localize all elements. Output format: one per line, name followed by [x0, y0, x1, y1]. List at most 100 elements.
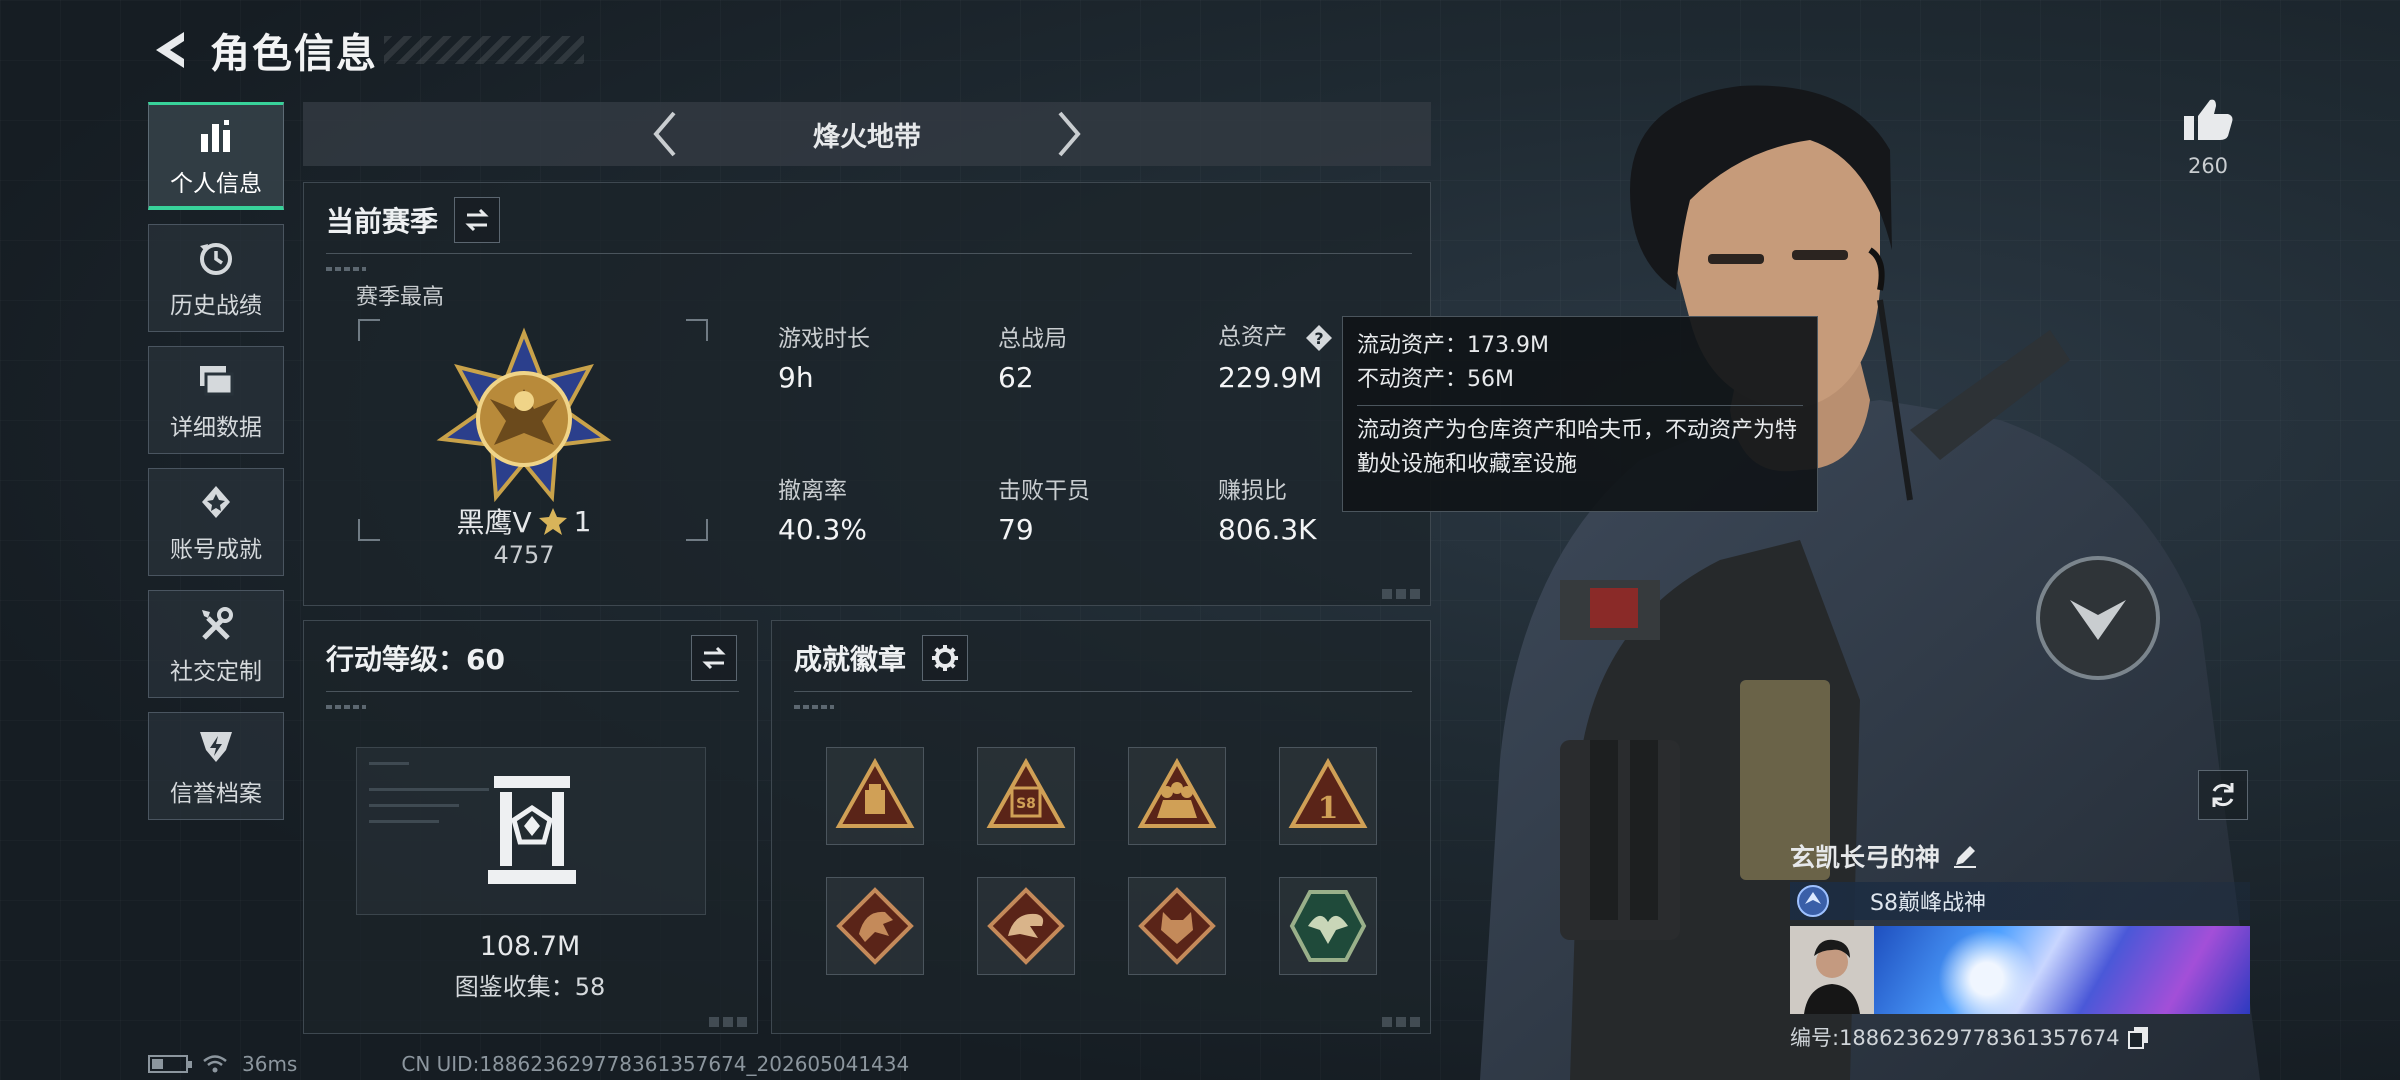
badge-eagle[interactable] [1279, 877, 1377, 975]
preview-line [369, 762, 409, 765]
nav-item-social-customization[interactable]: 社交定制 [148, 590, 284, 698]
switch-level-button[interactable] [691, 635, 737, 681]
avatar[interactable] [1790, 926, 1874, 1014]
nav-label: 历史战绩 [170, 293, 262, 319]
header-decoration [794, 705, 834, 709]
fixed-assets: 不动资产：56M [1357, 367, 1514, 393]
level-panel: 行动等级：60 108.7M 图鉴收集：58 [303, 620, 758, 1034]
stat-value: 79 [998, 513, 1034, 546]
chevron-left-icon [653, 111, 676, 157]
bar-chart-icon [194, 114, 238, 158]
player-card: 玄凯长弓的神 S8巅峰战神 编号:1886236297783613576​74 [1790, 838, 2250, 1052]
player-id-row: 编号:1886236297783613576​74 [1790, 1022, 2250, 1052]
frame-corner [358, 319, 380, 341]
stat-value: 62 [998, 361, 1034, 394]
title-decoration [384, 36, 584, 64]
wifi-icon [203, 1055, 227, 1073]
rank-name: 黑鹰Ⅴ [456, 506, 532, 539]
badge-supply[interactable] [826, 747, 924, 845]
badge-s8[interactable]: S8 [977, 747, 1075, 845]
header-divider [794, 691, 1412, 692]
battery-icon [148, 1055, 192, 1073]
stat-total-matches: 总战局 62 [998, 319, 1067, 394]
nav-label: 信誉档案 [170, 781, 262, 807]
swap-icon [465, 208, 489, 232]
refresh-appearance-button[interactable] [2198, 770, 2248, 820]
rank-stars: 1 [573, 504, 592, 538]
stat-value: 806.3K [1218, 513, 1317, 546]
like-button[interactable]: 260 [2180, 96, 2236, 178]
copy-icon[interactable] [2127, 1025, 2150, 1049]
panel-corner-decoration [1382, 589, 1422, 599]
badge-settings-button[interactable] [922, 635, 969, 681]
help-icon[interactable]: ? [1304, 323, 1334, 353]
player-name: 玄凯长弓的神 [1790, 843, 1941, 872]
title-emblem-icon [1797, 885, 1829, 917]
wolf-badge-icon [1138, 887, 1216, 965]
status-bar: 36ms CN UID:188623629778361357674_202605… [148, 1052, 909, 1076]
switch-season-button[interactable] [454, 197, 501, 243]
stat-value: 9h [778, 361, 814, 394]
frame-corner [358, 519, 380, 541]
nav-item-personal-info[interactable]: 个人信息 [148, 102, 284, 210]
stat-value: 40.3% [778, 513, 867, 546]
stat-operators-defeated: 击败干员 79 [998, 471, 1090, 546]
back-arrow-icon [156, 32, 184, 68]
nav-label: 详细数据 [170, 415, 262, 441]
level-title: 行动等级：60 [326, 643, 505, 676]
rank-score: 4757 [493, 541, 555, 569]
mode-switcher: 烽火地带 [303, 102, 1431, 166]
badge-wolf[interactable] [1128, 877, 1226, 975]
preview-line [369, 804, 459, 807]
season-best-label: 赛季最高 [356, 285, 445, 310]
frame-corner [686, 519, 708, 541]
badges-title: 成就徽章 [794, 643, 907, 676]
edit-icon[interactable] [1952, 843, 1978, 869]
back-button[interactable] [148, 28, 192, 72]
badges-panel-header: 成就徽章 [794, 635, 969, 681]
badges-panel: 成就徽章 S8 1 [771, 620, 1431, 1034]
dragon-badge-icon [836, 887, 914, 965]
stat-play-time: 游戏时长 9h [778, 319, 870, 394]
season-panel-header: 当前赛季 [326, 197, 501, 243]
nav-item-history[interactable]: 历史战绩 [148, 224, 284, 332]
nav-item-detailed-data[interactable]: 详细数据 [148, 346, 284, 454]
stat-extraction-rate: 撤离率 40.3% [778, 471, 867, 546]
collection-vault-icon [488, 776, 576, 884]
svg-text:?: ? [1315, 329, 1324, 348]
supply-badge-icon [835, 757, 915, 828]
stat-label: 撤离率 [778, 478, 847, 504]
thumbs-up-icon [2184, 99, 2233, 140]
previous-mode-button[interactable] [633, 102, 697, 166]
svg-text:S8: S8 [1016, 796, 1036, 812]
badge-rank-one[interactable]: 1 [1279, 747, 1377, 845]
player-name-row: 玄凯长弓的神 [1790, 838, 2250, 874]
nav-item-credit-record[interactable]: 信誉档案 [148, 712, 284, 820]
star-icon [538, 508, 567, 535]
badge-serpent[interactable] [977, 877, 1075, 975]
rank-one-badge-icon: 1 [1288, 757, 1368, 828]
nav-item-account-achievements[interactable]: 账号成就 [148, 468, 284, 576]
stat-label: 游戏时长 [778, 326, 870, 352]
banner-image[interactable] [1874, 926, 2250, 1014]
rank-medal-icon [436, 327, 612, 503]
next-mode-button[interactable] [1037, 102, 1101, 166]
codex-collection: 图鉴收集：58 [454, 973, 606, 1001]
nav-label: 社交定制 [170, 659, 262, 685]
ping: 36ms [242, 1052, 298, 1076]
achievement-icon [194, 480, 238, 524]
badge-dragon[interactable] [826, 877, 924, 975]
panel-corner-decoration [1382, 1017, 1422, 1027]
header-decoration [326, 705, 366, 709]
credit-icon [194, 724, 238, 768]
level-preview[interactable] [356, 747, 706, 915]
preview-line [369, 788, 489, 791]
panel-corner-decoration [709, 1017, 749, 1027]
player-title-bar[interactable]: S8巅峰战神 [1790, 882, 2250, 920]
gear-icon [932, 645, 959, 671]
eagle-badge-icon [1289, 890, 1367, 962]
side-nav: 个人信息 历史战绩 详细数据 账号成就 社交定制 信誉档案 [148, 102, 284, 834]
stat-label: 总资产 [1218, 324, 1287, 350]
badge-squad[interactable] [1128, 747, 1226, 845]
nav-label: 个人信息 [170, 170, 262, 197]
